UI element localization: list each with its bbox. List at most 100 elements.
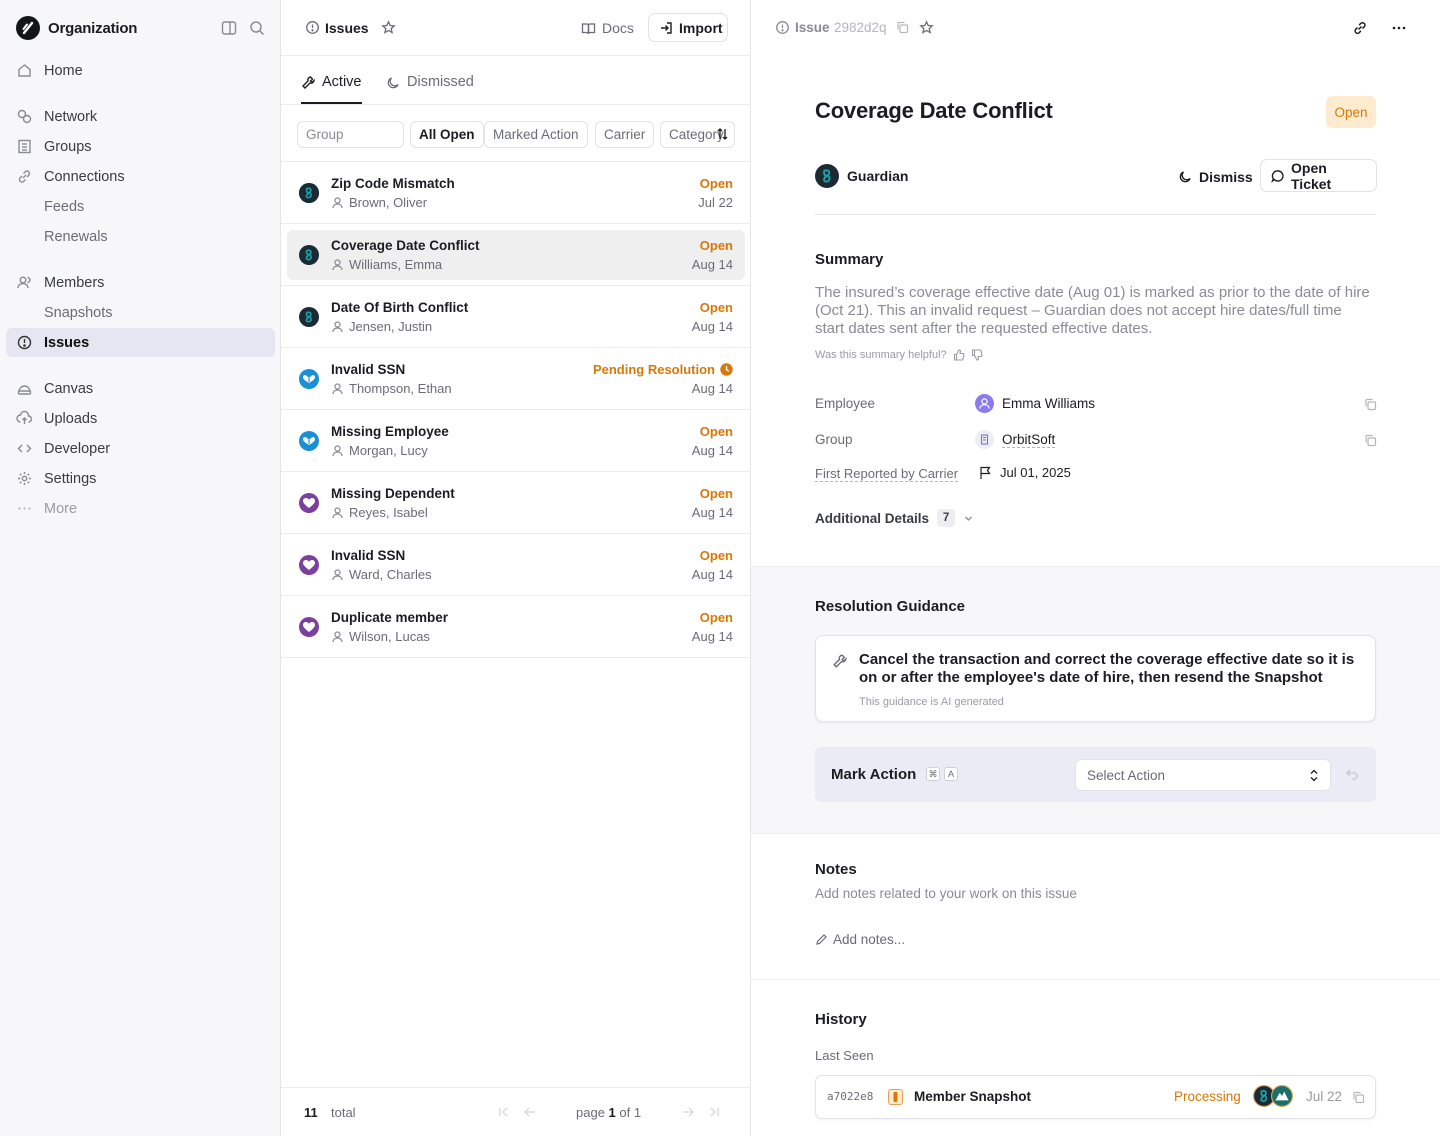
dismiss-label: Dismiss [1199,168,1253,185]
employee-name: Emma Williams [1002,396,1095,411]
nav-issues[interactable]: Issues [6,328,275,357]
blue-carrier-icon [299,369,319,389]
nav-uploads[interactable]: Uploads [6,404,275,433]
copy-icon[interactable] [1364,398,1377,411]
sort-icon[interactable] [716,127,729,141]
person-icon [331,630,344,643]
employee-value[interactable]: Emma Williams [975,394,1095,413]
nav-connections[interactable]: Connections [6,162,275,191]
search-icon[interactable] [248,19,266,37]
page-word: page [576,1105,605,1120]
copy-icon[interactable] [1364,434,1377,447]
nav-developer[interactable]: Developer [6,434,275,463]
nav-network[interactable]: Network [6,102,275,131]
status-badge: Open [699,300,733,315]
issue-person: Williams, Emma [331,257,442,272]
issue-title: Zip Code Mismatch [331,176,455,191]
nav-renewals[interactable]: Renewals [6,222,275,251]
additional-details-toggle[interactable]: Additional Details 7 [815,509,974,527]
group-label: Group [815,432,853,447]
carrier-mountain-icon [1271,1085,1293,1107]
history-label: Member Snapshot [914,1089,1032,1104]
link-icon[interactable] [1352,20,1368,36]
list-item[interactable]: Missing Employee Morgan, Lucy Open Aug 1… [281,410,751,472]
users-icon [16,274,33,291]
import-icon [659,21,673,35]
divider [751,979,1440,980]
thumbs-up-icon[interactable] [953,349,965,361]
issue-title: Missing Employee [331,424,449,439]
docs-button[interactable]: Docs [581,14,634,42]
list-item[interactable]: Invalid SSN Thompson, Ethan Pending Reso… [281,348,751,410]
thumbs-down-icon[interactable] [971,349,983,361]
network-icon [16,108,33,125]
copy-icon[interactable] [1352,1091,1365,1104]
filter-carrier[interactable]: Carrier [595,121,655,148]
person-name: Ward, Charles [349,567,432,582]
star-icon[interactable] [919,20,934,35]
carrier-tag: Guardian [815,164,908,188]
guardian-carrier-icon [299,183,319,203]
select-action-dropdown[interactable]: Select Action [1075,759,1331,791]
upload-icon [16,410,33,427]
open-ticket-button[interactable]: Open Ticket [1260,159,1377,192]
first-page-icon[interactable] [497,1105,511,1119]
detail-header: Issue 2982d2q [751,0,1440,56]
nav-snapshots[interactable]: Snapshots [6,298,275,327]
group-value[interactable]: OrbitSoft [975,430,1056,449]
nav-more[interactable]: More [6,494,275,523]
wrench-icon [832,653,848,669]
snapshot-icon [888,1089,903,1105]
list-item[interactable]: Invalid SSN Ward, Charles Open Aug 14 [281,534,751,596]
open-ticket-label: Open Ticket [1291,159,1332,192]
total-label: total [331,1105,356,1120]
star-icon[interactable] [381,20,396,35]
nav-groups[interactable]: Groups [6,132,275,161]
undo-icon[interactable] [1345,768,1359,781]
issue-person: Brown, Oliver [331,195,427,210]
nav-feeds[interactable]: Feeds [6,192,275,221]
reported-date: Jul 01, 2025 [1000,465,1071,480]
issue-title: Missing Dependent [331,486,455,501]
add-notes-button[interactable]: Add notes... [815,932,905,947]
group-filter-input[interactable]: Group [297,121,404,148]
tab-active[interactable]: Active [301,60,362,104]
person-name: Williams, Emma [349,257,443,272]
copy-icon[interactable] [896,21,909,34]
building-icon [16,138,33,155]
nav-members[interactable]: Members [6,268,275,297]
list-item-selected[interactable]: Coverage Date Conflict Williams, Emma Op… [281,224,751,286]
select-action-placeholder: Select Action [1087,768,1166,783]
org-name: Organization [48,19,138,37]
nav-home[interactable]: Home [6,56,275,85]
issue-person: Reyes, Isabel [331,505,428,520]
org-switcher[interactable]: Organization [16,16,137,40]
chat-bubble-icon [1271,169,1285,183]
prev-page-icon[interactable] [523,1105,537,1119]
list-item[interactable]: Date Of Birth Conflict Jensen, Justin Op… [281,286,751,348]
last-seen-label: Last Seen [815,1048,874,1063]
issue-title: Coverage Date Conflict [331,238,480,253]
next-page-icon[interactable] [681,1105,695,1119]
nav-label: Renewals [44,228,108,245]
dismiss-button[interactable]: Dismiss [1178,160,1253,193]
sidebar-toggle-icon[interactable] [220,19,238,37]
list-item[interactable]: Duplicate member Wilson, Lucas Open Aug … [281,596,751,658]
import-button[interactable]: Import [648,13,728,42]
tab-dismissed[interactable]: Dismissed [386,60,474,104]
home-icon [16,62,33,79]
list-footer: 11 total page 1 of 1 [281,1087,751,1136]
filter-marked-action[interactable]: Marked Action [484,121,588,148]
filter-all-open[interactable]: All Open [410,121,484,148]
history-item[interactable]: a7022e8 Member Snapshot Processing Jul 2… [815,1075,1376,1119]
wrench-icon [301,75,316,90]
summary-text: The insured’s coverage effective date (A… [815,284,1370,337]
last-page-icon[interactable] [707,1105,721,1119]
more-options-icon[interactable] [1391,20,1407,36]
list-item[interactable]: Missing Dependent Reyes, Isabel Open Aug… [281,472,751,534]
list-item[interactable]: Zip Code Mismatch Brown, Oliver Open Jul… [281,162,751,224]
nav-settings[interactable]: Settings [6,464,275,493]
nav-canvas[interactable]: Canvas [6,374,275,403]
issue-date: Aug 14 [691,381,733,396]
nav-label: Developer [44,440,111,457]
